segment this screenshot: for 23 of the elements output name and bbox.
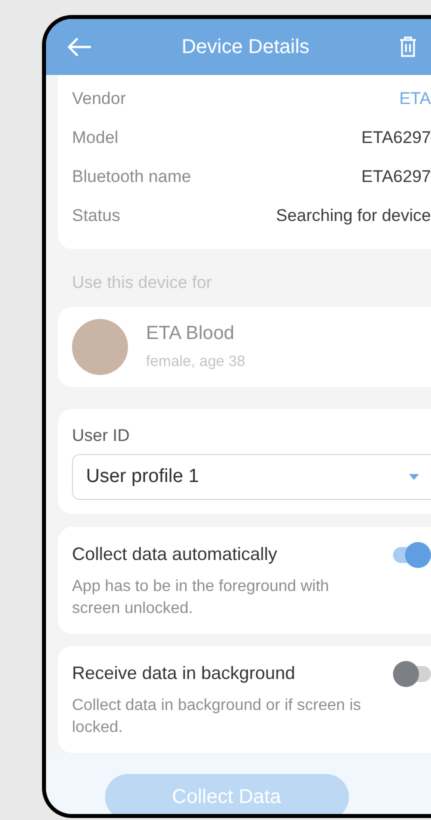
field-label: User ID: [72, 424, 131, 446]
info-value: ETA6297: [361, 126, 431, 149]
user-details: female, age 38: [146, 352, 246, 372]
info-value: Searching for device: [276, 204, 431, 227]
user-id-dropdown[interactable]: User profile 1: [72, 454, 431, 500]
info-value[interactable]: ETA: [399, 86, 431, 112]
info-label: Vendor: [72, 88, 126, 110]
header-title: Device Details: [182, 35, 310, 60]
trash-icon[interactable]: [398, 36, 417, 58]
info-label: Status: [72, 204, 120, 227]
setting-description: Collect data in background or if screen is locked.: [72, 696, 362, 738]
info-value: ETA6297: [361, 166, 431, 188]
info-label: Bluetooth name: [72, 166, 192, 188]
back-arrow-icon[interactable]: [66, 37, 92, 57]
toggle-switch[interactable]: [393, 542, 431, 568]
setting-title: Receive data in background: [72, 662, 296, 685]
user-name: ETA Blood: [146, 322, 236, 346]
info-label: Model: [72, 126, 118, 149]
setting-title: Collect data automatically: [72, 543, 278, 566]
setting-description: App has to be in the foreground with screen unlocked.: [72, 577, 330, 619]
dropdown-caret-icon: [409, 474, 419, 480]
toggle-switch[interactable]: [393, 660, 431, 686]
user-card[interactable]: ETA Blood female, age 38: [58, 306, 431, 386]
